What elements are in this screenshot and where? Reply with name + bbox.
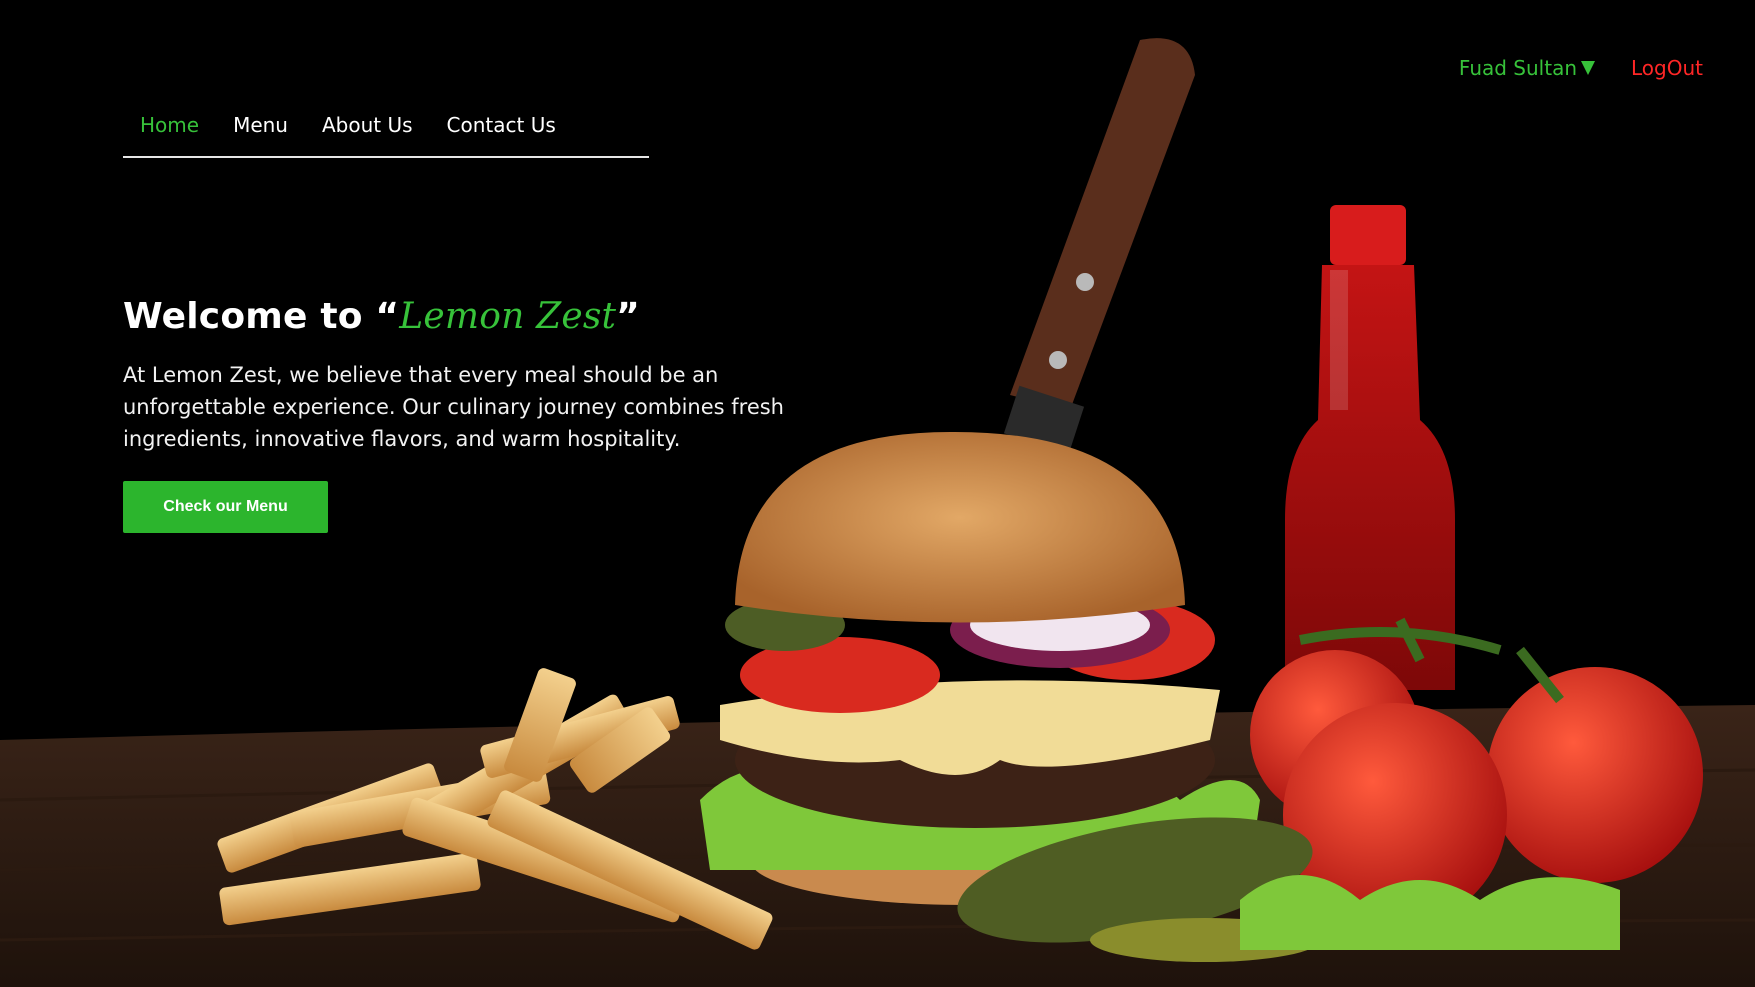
hot-sauce-bottle (1285, 205, 1455, 690)
nav-item-home[interactable]: Home (140, 104, 199, 156)
user-name-label: Fuad Sultan (1458, 56, 1578, 80)
hero-description: At Lemon Zest, we believe that every mea… (123, 363, 784, 451)
check-menu-button[interactable]: Check our Menu (123, 481, 328, 533)
logout-link[interactable]: LogOut (1631, 56, 1703, 80)
brand-name: Lemon Zest (399, 296, 617, 337)
nav-item-menu[interactable]: Menu (233, 104, 288, 156)
hero-title-prefix: Welcome to “ (123, 296, 400, 337)
hero-title-suffix: ” (616, 296, 641, 337)
main-nav: Home Menu About Us Contact Us (123, 104, 649, 158)
hero-section: Welcome to “Lemon Zest” At Lemon Zest, w… (123, 296, 823, 533)
user-menu[interactable]: Fuad Sultan (1458, 56, 1596, 80)
lettuce (1240, 875, 1620, 950)
nav-item-contact-us[interactable]: Contact Us (447, 104, 556, 156)
page: Fuad Sultan LogOut Home Menu About Us Co… (0, 0, 1755, 987)
caret-down-icon (1581, 61, 1596, 75)
nav-item-about-us[interactable]: About Us (322, 104, 413, 156)
hero-title: Welcome to “Lemon Zest” (123, 296, 823, 337)
user-area: Fuad Sultan LogOut (1459, 56, 1703, 80)
